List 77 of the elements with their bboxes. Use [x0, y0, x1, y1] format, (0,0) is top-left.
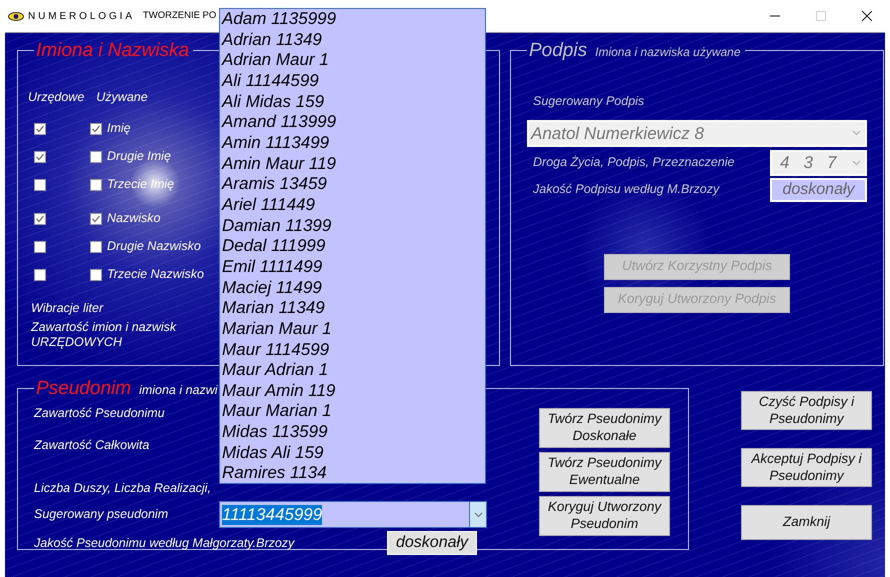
info-label: Wibracje liter [31, 300, 104, 316]
chevron-icon [852, 130, 861, 136]
checkbox[interactable] [34, 150, 46, 163]
number-value: 3 [803, 152, 813, 174]
quality-badge: doskonały [770, 178, 867, 202]
list-option[interactable]: Ramires 1134 [222, 463, 483, 484]
number-value: 4 [780, 152, 790, 174]
checkbox-label: Drugie Nazwisko [107, 238, 201, 256]
chevron-icon [474, 512, 482, 518]
list-option[interactable]: Maur 1114599 [222, 340, 483, 360]
field-label: Sugerowany pseudonim [34, 506, 170, 524]
group-subtitle: Imiona i nazwiska używane [595, 45, 741, 59]
dropdown-field[interactable]: 11113445999 [219, 501, 487, 528]
checkbox[interactable] [34, 268, 46, 281]
checkbox[interactable] [90, 150, 102, 163]
checkbox[interactable] [90, 240, 102, 253]
field-label: Sugerowany Podpis [533, 93, 644, 110]
list-option[interactable]: Midas Ali 159 [222, 442, 483, 464]
list-option[interactable]: Adrian 11349 [222, 30, 483, 50]
group-title: Pseudonim [36, 378, 132, 399]
window-title: TWORZENIE PO [142, 8, 216, 23]
group-subtitle: imiona i nazwi [139, 383, 218, 397]
checkbox-label: Nazwisko [107, 210, 160, 228]
field-label: Droga Życia, Podpis, Przeznaczenie [533, 154, 734, 172]
list-option[interactable]: Marian 11349 [222, 298, 483, 319]
checkbox[interactable] [90, 212, 102, 225]
field-label: Jakość Pseudonimu według Małgorzaty.Brzozy [34, 534, 296, 552]
list-option[interactable]: Amin 1113499 [222, 132, 483, 154]
checkbox[interactable] [90, 178, 102, 191]
checkbox[interactable] [90, 268, 102, 281]
checkbox[interactable] [34, 178, 46, 191]
field-label: Zawartość Całkowita [34, 436, 150, 454]
app-name: NUMEROLOGIA [28, 10, 135, 24]
list-option[interactable]: Damian 11399 [222, 216, 483, 236]
field-label: Liczba Duszy, Liczba Realizacji, [34, 480, 211, 497]
list-option[interactable]: Maur Amin 119 [222, 380, 483, 402]
list-option[interactable]: Adrian Maur 1 [222, 50, 483, 71]
list-option[interactable]: Maur Marian 1 [222, 401, 483, 422]
eye-icon [8, 12, 24, 20]
group-title: Podpis [529, 40, 588, 61]
field-label: Jakość Podpisu według M.Brzozy [533, 181, 720, 198]
column-header: Urzędowe [28, 89, 84, 106]
list-option[interactable]: Maur Adrian 1 [222, 360, 483, 381]
list-option[interactable]: Aramis 13459 [222, 174, 483, 195]
action-button[interactable]: Koryguj Utworzony Pseudonim [539, 496, 670, 536]
list-option[interactable]: Emil 1111499 [222, 256, 483, 278]
number-value: 7 [826, 152, 836, 174]
checkbox-label: Drugie Imię [107, 148, 171, 166]
column-header: Używane [96, 89, 148, 106]
maximize-icon [816, 11, 826, 21]
list-option[interactable]: Ali Midas 159 [222, 92, 483, 112]
checkbox[interactable] [90, 122, 102, 135]
field-label: Zawartość Pseudonimu [34, 405, 165, 422]
list-option[interactable]: Maciej 11499 [222, 278, 483, 298]
list-option[interactable]: Amin Maur 119 [222, 154, 483, 174]
close-icon [862, 11, 872, 21]
checkbox[interactable] [34, 122, 46, 135]
action-button[interactable]: Twórz Pseudonimy Doskonałe [539, 408, 670, 448]
info-label: Zawartość imion i nazwisk URZĘDOWYCH [31, 320, 176, 350]
action-button[interactable]: Akceptuj Podpisy i Pseudonimy [741, 448, 872, 487]
action-button[interactable]: Czyść Podpisy i Pseudonimy [741, 391, 872, 430]
list-option[interactable]: Marian Maur 1 [222, 318, 483, 340]
quality-badge: doskonały [387, 531, 478, 556]
group-title: Imiona i Nazwiska [36, 40, 190, 61]
checkbox-label: Trzecie Nazwisko [107, 266, 204, 284]
checkbox-label: Imię [107, 120, 131, 138]
list-option[interactable]: Ali 11144599 [222, 70, 483, 92]
list-option[interactable]: Ariel 111449 [222, 194, 483, 216]
list-option[interactable]: Adam 1135999 [222, 9, 483, 30]
list-option[interactable]: Amand 113999 [222, 112, 483, 133]
action-button[interactable]: Twórz Pseudonimy Ewentualne [539, 452, 670, 492]
list-option[interactable]: Midas 113599 [222, 422, 483, 443]
action-button[interactable]: Zamknij [741, 505, 872, 540]
checkbox[interactable] [34, 240, 46, 253]
checkbox[interactable] [34, 212, 46, 225]
chevron-icon [852, 160, 861, 166]
list-option[interactable]: Dedal 111999 [222, 236, 483, 257]
